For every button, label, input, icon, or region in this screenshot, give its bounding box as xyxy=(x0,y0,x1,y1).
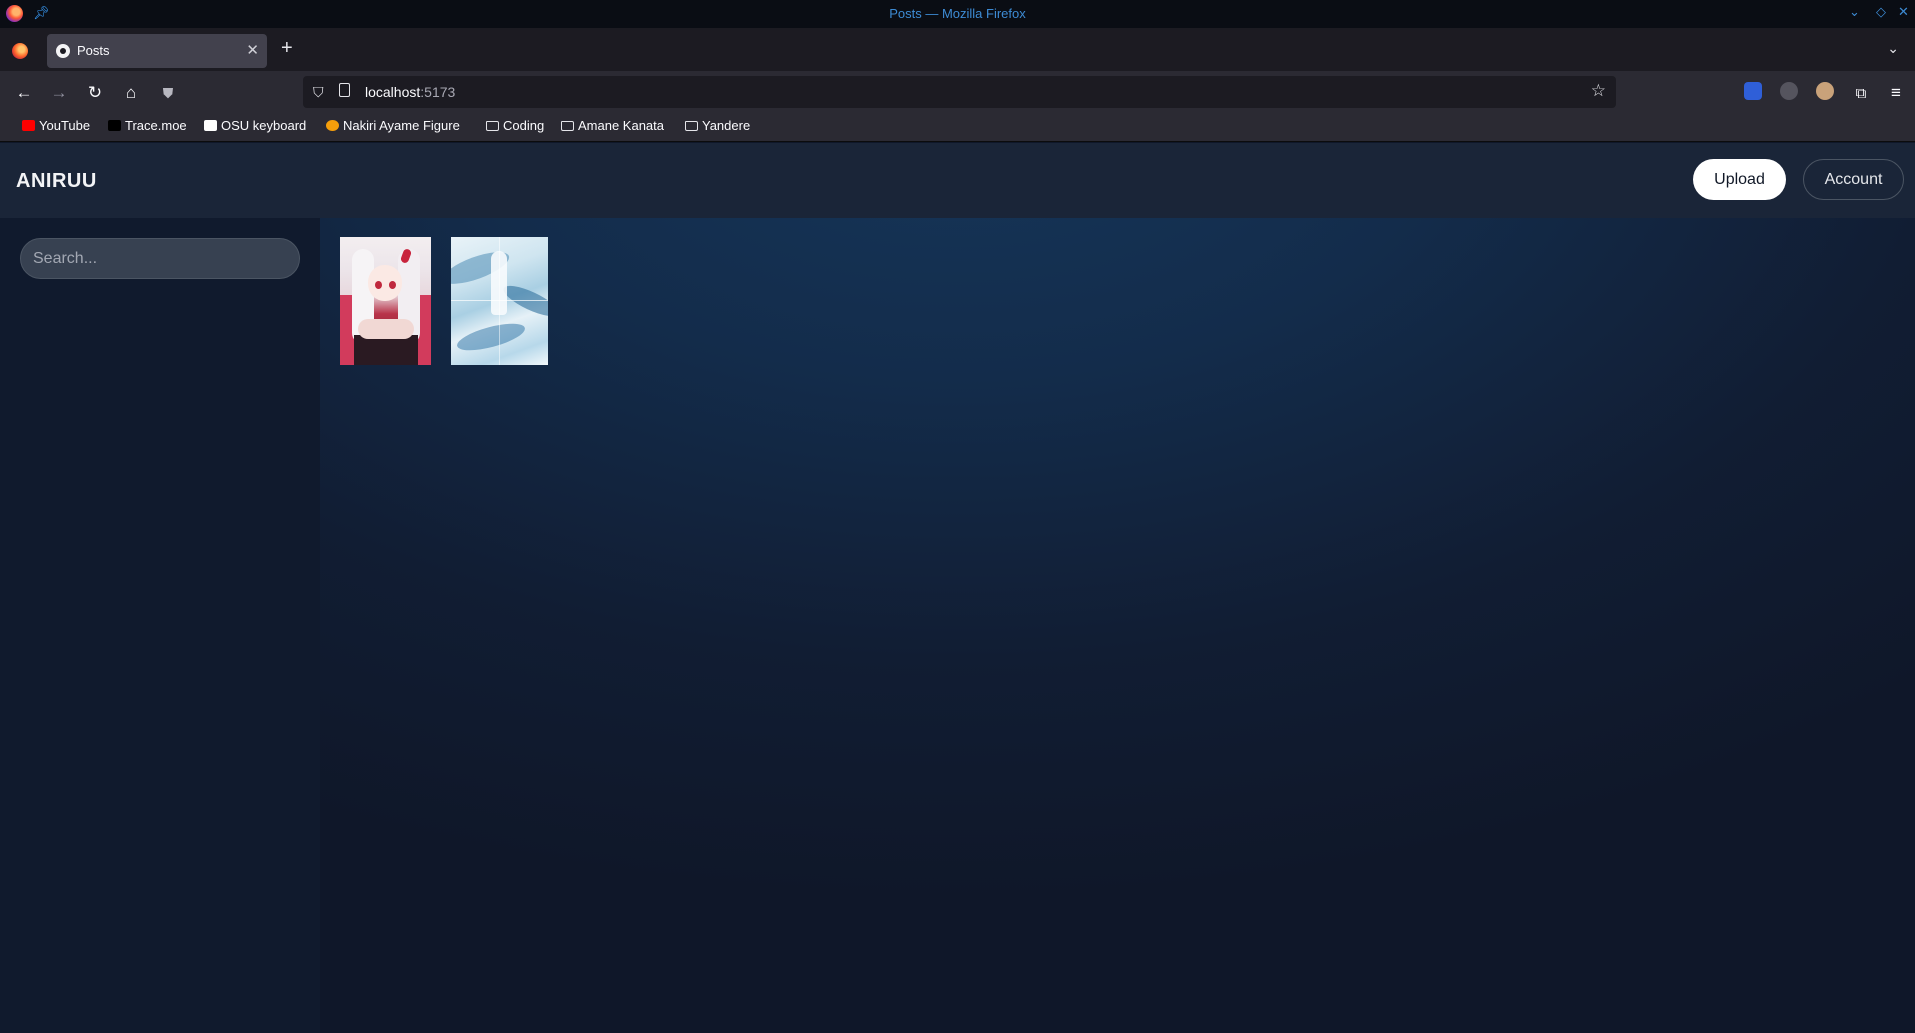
thumb-art-part xyxy=(454,318,528,356)
window-titlebar: 📌︎ Posts — Mozilla Firefox ⌄ ◇ ✕ xyxy=(0,0,1915,28)
bookmarks-toolbar: YouTube Trace.moe OSU keyboard Nakiri Ay… xyxy=(0,114,1915,142)
account-button[interactable]: Account xyxy=(1803,159,1904,200)
window-title: Posts — Mozilla Firefox xyxy=(889,6,1026,21)
thumb-art-part xyxy=(375,281,382,289)
forward-icon[interactable]: → xyxy=(47,81,71,105)
bookmark-trace-moe[interactable]: Trace.moe xyxy=(108,118,187,133)
thumb-art-part xyxy=(358,319,414,339)
bookmark-nakiri-ayame-figure[interactable]: Nakiri Ayame Figure xyxy=(326,118,460,133)
tracking-protection-icon[interactable]: ⛉ xyxy=(313,84,324,101)
post-thumbnail-1[interactable] xyxy=(340,237,431,365)
search-orange-icon xyxy=(326,120,339,131)
folder-icon xyxy=(685,120,698,131)
tab-bar: Posts ✕ + ⌄ xyxy=(0,28,1915,71)
site-logo[interactable]: ANIRUU xyxy=(16,170,97,193)
list-all-tabs-icon[interactable]: ⌄ xyxy=(1887,40,1899,57)
tab-favicon-icon xyxy=(56,44,70,58)
folder-icon xyxy=(561,120,574,131)
reload-icon[interactable]: ↻ xyxy=(83,81,107,105)
new-tab-icon[interactable]: + xyxy=(281,38,293,58)
navigation-toolbar: ← → ↻ ⌂ ⛊ ⛉ localhost:5173 ☆ ⧉ ≡ xyxy=(0,71,1915,114)
home-icon[interactable]: ⌂ xyxy=(119,81,143,105)
url-text[interactable]: localhost:5173 xyxy=(365,84,455,100)
minimize-icon[interactable]: ⌄ xyxy=(1849,4,1860,20)
web-page: ANIRUU Upload Account xyxy=(0,143,1915,1033)
bookmark-label: Yandere xyxy=(702,118,751,133)
ublock-icon[interactable]: ⛊ xyxy=(156,81,180,105)
tab-posts[interactable]: Posts ✕ xyxy=(47,34,267,68)
menu-icon[interactable]: ≡ xyxy=(1884,81,1908,105)
thumb-art-part xyxy=(389,281,396,289)
thumb-art-part xyxy=(354,335,418,365)
extension-avatar-icon[interactable] xyxy=(1816,82,1834,100)
bookmark-folder-coding[interactable]: Coding xyxy=(486,118,544,133)
bookmark-folder-yandere[interactable]: Yandere xyxy=(685,118,750,133)
extensions-puzzle-icon[interactable]: ⧉ xyxy=(1849,81,1873,105)
sidebar xyxy=(0,218,320,1033)
address-bar[interactable]: ⛉ localhost:5173 ☆ xyxy=(303,76,1616,108)
trace-moe-icon xyxy=(108,120,121,131)
upload-button[interactable]: Upload xyxy=(1693,159,1786,200)
bookmark-label: Trace.moe xyxy=(125,118,187,133)
bookmark-label: OSU keyboard xyxy=(221,118,307,133)
bookmark-label: Amane Kanata xyxy=(578,118,665,133)
search-input[interactable] xyxy=(20,238,300,279)
amazon-icon xyxy=(204,120,217,131)
close-tab-icon[interactable]: ✕ xyxy=(246,41,259,59)
url-host: localhost xyxy=(365,84,421,100)
extension-ghost-icon[interactable] xyxy=(1780,82,1798,100)
bookmark-osu-keyboard[interactable]: OSU keyboard xyxy=(204,118,306,133)
bookmark-folder-amane-kanata[interactable]: Amane Kanata xyxy=(561,118,664,133)
app-header: ANIRUU Upload Account xyxy=(0,143,1915,218)
post-thumbnail-2[interactable] xyxy=(451,237,548,365)
url-port: :5173 xyxy=(420,84,456,100)
bookmark-star-icon[interactable]: ☆ xyxy=(1591,81,1606,101)
youtube-icon xyxy=(22,120,35,131)
bitwarden-icon[interactable] xyxy=(1744,82,1762,100)
thumb-art-part xyxy=(368,265,402,301)
thumb-art-part xyxy=(499,237,500,365)
back-icon[interactable]: ← xyxy=(12,81,36,105)
bookmark-youtube[interactable]: YouTube xyxy=(22,118,90,133)
close-window-icon[interactable]: ✕ xyxy=(1898,4,1909,20)
bookmark-label: Nakiri Ayame Figure xyxy=(343,118,460,133)
thumb-art-part xyxy=(500,280,548,322)
tab-label: Posts xyxy=(77,43,110,58)
firefox-view-icon[interactable] xyxy=(12,43,28,59)
bookmark-label: YouTube xyxy=(39,118,91,133)
folder-icon xyxy=(486,120,499,131)
page-info-icon[interactable] xyxy=(339,83,350,97)
bookmark-label: Coding xyxy=(503,118,545,133)
maximize-icon[interactable]: ◇ xyxy=(1876,4,1886,20)
